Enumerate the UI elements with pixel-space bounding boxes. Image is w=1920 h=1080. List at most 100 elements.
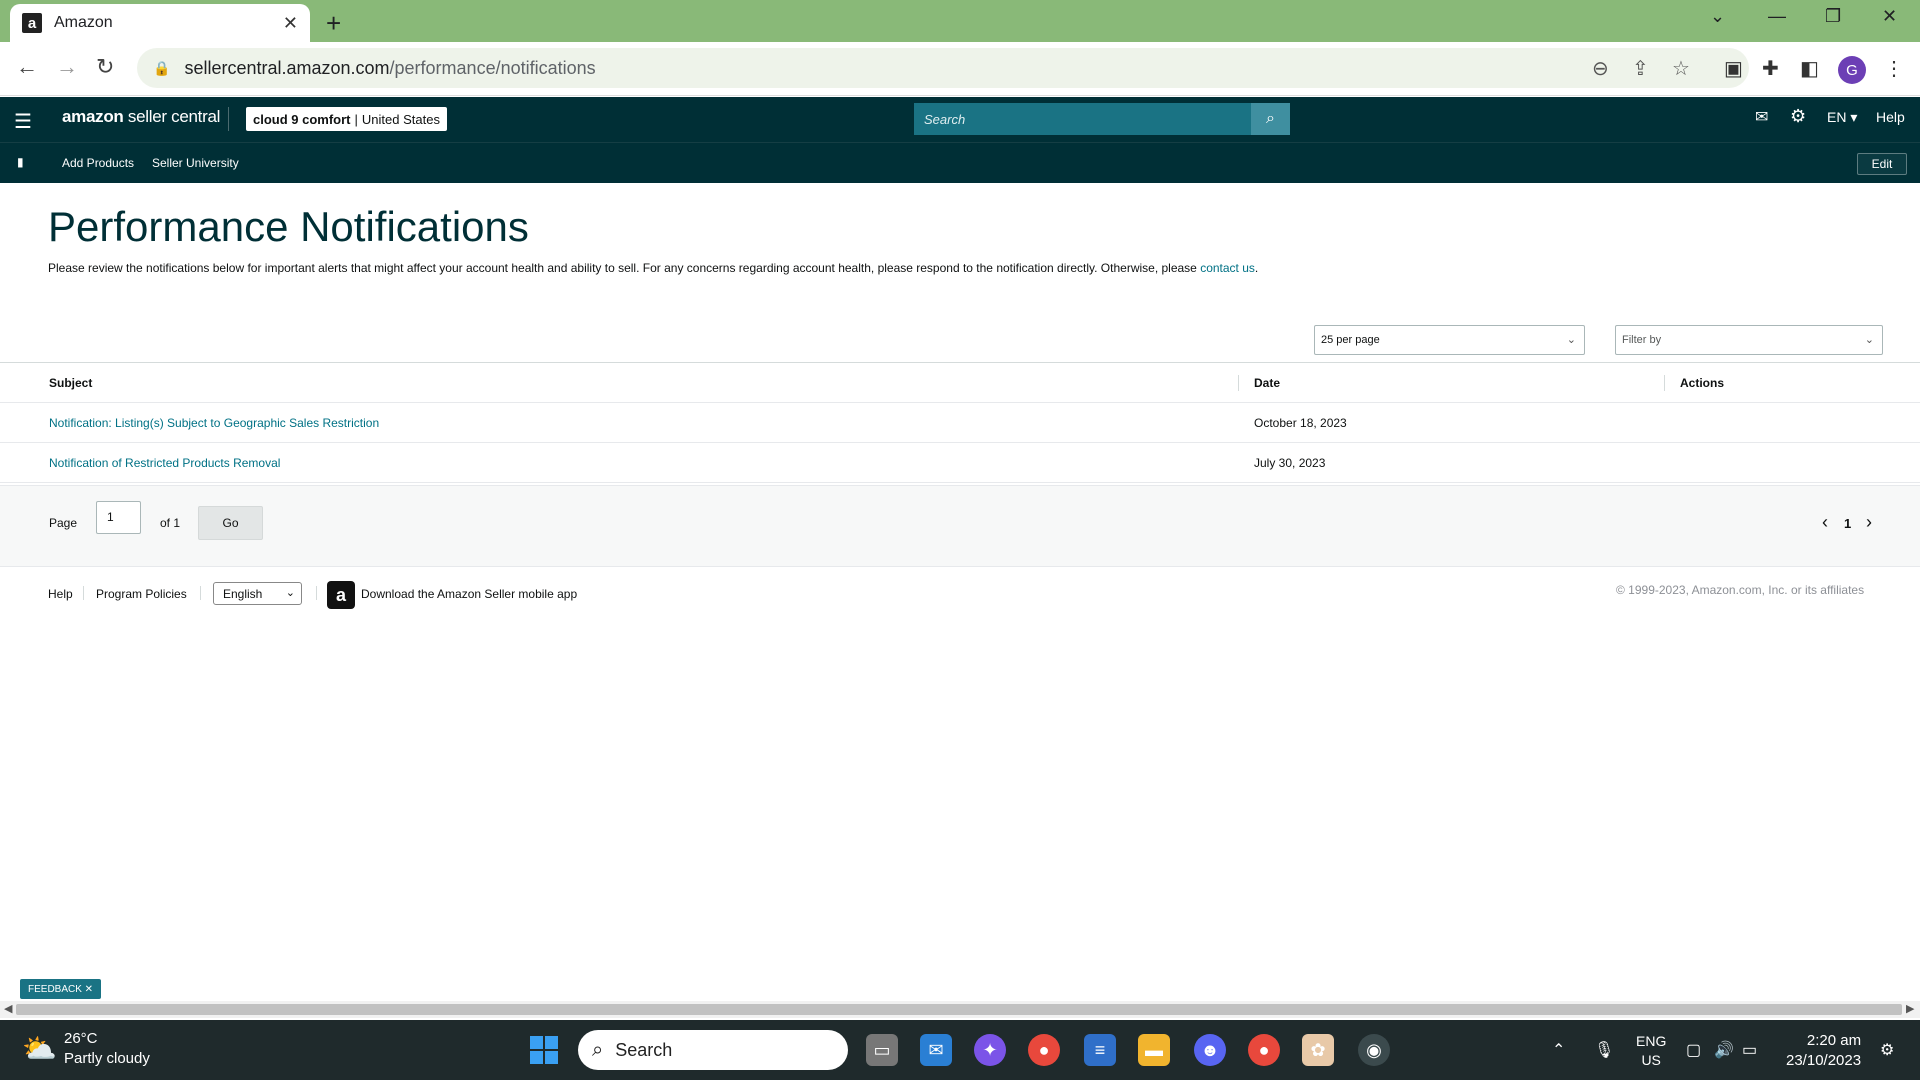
store-name: cloud 9 comfort [253, 111, 351, 127]
footer-language-select[interactable]: English ⌄ [213, 582, 302, 605]
browser-menu-icon[interactable]: ⋮ [1884, 56, 1904, 81]
search-icon: ⌕ [592, 1038, 604, 1061]
feedback-button[interactable]: FEEDBACK ✕ [20, 979, 102, 999]
discord-icon[interactable]: ☻ [1194, 1034, 1226, 1066]
clock[interactable]: 2:20 am 23/10/2023 [1786, 1031, 1861, 1071]
extension-off-icon[interactable]: ▣ [1724, 56, 1743, 81]
column-date[interactable]: Date [1254, 376, 1280, 390]
taskbar-search[interactable]: ⌕ Search [578, 1030, 848, 1070]
profile-avatar[interactable]: G [1838, 56, 1866, 84]
close-window-button[interactable]: ✕ [1882, 6, 1897, 27]
per-page-select[interactable]: 25 per page ⌄ [1314, 325, 1585, 355]
forward-icon[interactable]: → [56, 54, 78, 80]
language-selector[interactable]: EN ▾ [1827, 109, 1857, 126]
task-view-icon[interactable]: ▭ [866, 1034, 898, 1066]
store-region: United States [361, 111, 440, 127]
chrome-profile-icon[interactable]: ● [1248, 1034, 1280, 1066]
next-page-icon[interactable]: › [1866, 512, 1872, 533]
tab-close-icon[interactable]: ✕ [283, 13, 298, 34]
reload-icon[interactable]: ↻ [96, 54, 114, 80]
notifications-icon[interactable]: ⚙ [1880, 1040, 1894, 1060]
contact-us-link[interactable]: contact us [1200, 261, 1255, 275]
pagination-bar: Page 1 of 1 Go ‹ 1 › [0, 485, 1920, 567]
file-explorer-icon[interactable]: ▬ [1138, 1034, 1170, 1066]
page-number-input[interactable]: 1 [96, 501, 141, 534]
header-divider [228, 107, 229, 131]
volume-icon[interactable]: 🔊 [1714, 1040, 1734, 1060]
notifications-table: Subject Date Actions Notification: Listi… [0, 362, 1920, 483]
edit-bookmarks-button[interactable]: Edit [1857, 153, 1907, 175]
scroll-right-icon[interactable]: ▶ [1906, 1002, 1914, 1015]
amazon-favicon-icon: a [22, 13, 42, 33]
show-hidden-icons-icon[interactable]: ⌃ [1552, 1040, 1565, 1060]
horizontal-scrollbar[interactable]: ◀ ▶ [0, 1001, 1920, 1018]
zoom-icon[interactable]: ⊖ [1592, 56, 1609, 81]
search-button[interactable]: ⌕ [1251, 103, 1290, 135]
network-icon[interactable]: ▢ [1686, 1040, 1701, 1060]
weather-temperature[interactable]: 26°C [64, 1030, 98, 1047]
mail-app-icon[interactable]: ✉ [920, 1034, 952, 1066]
previous-page-icon[interactable]: ‹ [1822, 512, 1828, 533]
chrome-icon[interactable]: ● [1028, 1034, 1060, 1066]
page-label: Page [49, 516, 78, 530]
share-icon[interactable]: ⇪ [1632, 56, 1649, 81]
search-bar: ⌕ [914, 103, 1290, 135]
browser-tab-strip: a Amazon ✕ + ⌄ — ❐ ✕ [0, 0, 1920, 42]
notification-date: July 30, 2023 [1254, 456, 1326, 470]
side-panel-icon[interactable]: ◧ [1800, 56, 1819, 81]
download-app-link[interactable]: Download the Amazon Seller mobile app [361, 587, 577, 601]
search-input[interactable] [914, 103, 1251, 135]
nav-add-products[interactable]: Add Products [62, 156, 134, 170]
chevron-down-icon: ⌄ [1864, 334, 1874, 346]
table-row: Notification: Listing(s) Subject to Geog… [0, 403, 1920, 443]
footer-help-link[interactable]: Help [48, 587, 73, 601]
go-button[interactable]: Go [198, 506, 263, 540]
help-link[interactable]: Help [1876, 109, 1905, 125]
footer: Help Program Policies English ⌄ a Downloa… [0, 580, 1920, 610]
scrollbar-thumb[interactable] [16, 1004, 1902, 1015]
search-icon: ⌕ [1266, 110, 1275, 127]
input-language[interactable]: ENG US [1636, 1032, 1666, 1070]
store-switcher-button[interactable]: cloud 9 comfort | United States [246, 107, 447, 131]
scroll-left-icon[interactable]: ◀ [4, 1002, 12, 1015]
address-bar[interactable]: 🔒 sellercentral.amazon.com/performance/n… [137, 48, 1749, 88]
store-separator: | [354, 111, 358, 127]
browser-tab[interactable]: a Amazon ✕ [10, 4, 310, 42]
weather-partly-cloudy-icon[interactable]: ⛅ [22, 1032, 57, 1065]
notification-subject-link[interactable]: Notification of Restricted Products Remo… [49, 456, 280, 470]
lock-icon[interactable]: 🔒 [153, 60, 170, 77]
extensions-puzzle-icon[interactable]: ✚ [1762, 56, 1779, 81]
restore-button[interactable]: ❐ [1825, 6, 1841, 27]
amazon-app-icon[interactable]: a [327, 581, 355, 609]
copyright: © 1999-2023, Amazon.com, Inc. or its aff… [1616, 583, 1865, 597]
game-app-icon[interactable]: ✿ [1302, 1034, 1334, 1066]
bookmark-icon[interactable]: ▮ [17, 155, 24, 169]
filter-select[interactable]: Filter by ⌄ [1615, 325, 1883, 355]
weather-description[interactable]: Partly cloudy [64, 1050, 150, 1067]
new-tab-button[interactable]: + [326, 8, 341, 39]
windows-start-icon[interactable] [530, 1036, 558, 1064]
minimize-button[interactable]: — [1768, 6, 1786, 27]
hamburger-menu-icon[interactable]: ☰ [14, 109, 32, 134]
taskbar: ⛅ 26°C Partly cloudy ⌕ Search ▭ ✉ ✦ ● ≡ … [0, 1020, 1920, 1080]
tab-search-chevron-icon[interactable]: ⌄ [1710, 6, 1725, 27]
chrome-active-icon[interactable]: ◉ [1358, 1034, 1390, 1066]
battery-icon[interactable]: ▭ [1742, 1040, 1757, 1060]
nav-seller-university[interactable]: Seller University [152, 156, 239, 170]
current-page[interactable]: 1 [1844, 516, 1851, 531]
bookmark-star-icon[interactable]: ☆ [1672, 56, 1690, 81]
notification-subject-link[interactable]: Notification: Listing(s) Subject to Geog… [49, 416, 379, 430]
chevron-down-icon: ⌄ [1566, 334, 1576, 346]
notepad-icon[interactable]: ≡ [1084, 1034, 1116, 1066]
messenger-icon[interactable]: ✦ [974, 1034, 1006, 1066]
page-description: Please review the notifications below fo… [48, 261, 1259, 275]
microphone-icon[interactable]: 🎙 [1594, 1040, 1614, 1060]
column-actions: Actions [1680, 376, 1725, 390]
footer-program-policies-link[interactable]: Program Policies [96, 587, 187, 601]
settings-gear-icon[interactable]: ⚙ [1790, 106, 1806, 127]
mail-icon[interactable]: ✉ [1755, 107, 1768, 127]
column-subject[interactable]: Subject [49, 376, 92, 390]
seller-central-logo[interactable]: amazon seller central [62, 107, 220, 127]
table-row: Notification of Restricted Products Remo… [0, 443, 1920, 483]
back-icon[interactable]: ← [16, 54, 38, 80]
